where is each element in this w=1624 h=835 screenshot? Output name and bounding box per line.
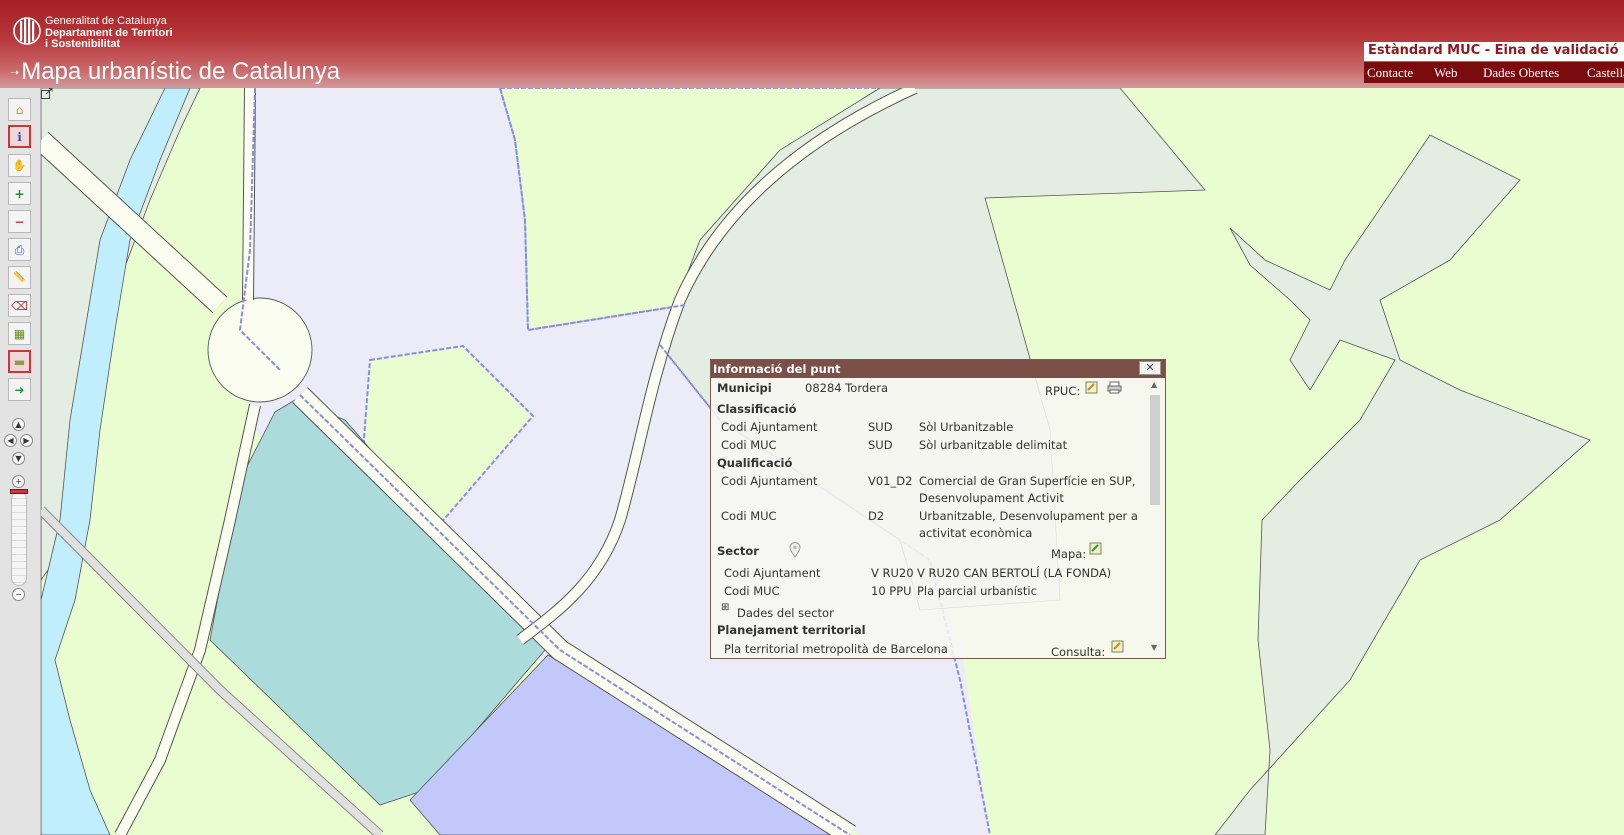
- app-title-text: Mapa urbanístic de Catalunya: [21, 58, 341, 85]
- popup-scroll-thumb[interactable]: [1150, 395, 1160, 505]
- sector-row2-label: Codi MUC: [724, 584, 780, 598]
- standard-title[interactable]: Estàndard MUC - Eina de validació: [1368, 43, 1619, 58]
- arrow-right-icon: ▶: [23, 436, 30, 445]
- pan-down-button[interactable]: ▼: [12, 452, 25, 465]
- municipi-label: Municipi: [717, 381, 772, 395]
- pan-button[interactable]: ✋: [8, 154, 31, 177]
- print-icon: ⎙: [14, 242, 25, 257]
- nav-link-web[interactable]: Web: [1434, 65, 1458, 81]
- minus-icon: −: [15, 590, 22, 599]
- close-icon: ✕: [1145, 361, 1155, 374]
- qual-row2-desc2: activitat econòmica: [919, 526, 1033, 540]
- qual-row1-desc2: Desenvolupament Activit: [919, 491, 1064, 505]
- qual-row2-label: Codi MUC: [721, 509, 777, 523]
- zoom-out-icon: −: [14, 214, 25, 229]
- popup-header: Informació del punt ✕: [711, 360, 1165, 378]
- sector-map-icon[interactable]: [1089, 542, 1102, 555]
- eraser-icon: ⌫: [11, 298, 28, 313]
- header-bar: Generalitat de Catalunya Departament de …: [0, 0, 1624, 88]
- plus-icon: +: [15, 477, 22, 486]
- sector-row2-desc: Pla parcial urbanístic: [917, 584, 1037, 598]
- arrow-left-icon: ◀: [7, 436, 14, 445]
- zoom-in-button[interactable]: +: [12, 475, 25, 488]
- qual-row1-desc1: Comercial de Gran Superfície en SUP,: [919, 474, 1136, 488]
- scroll-up-icon[interactable]: ▲: [1151, 380, 1157, 389]
- qual-row1-code: V01_D2: [868, 474, 913, 488]
- rpuc-label: RPUC:: [1045, 384, 1081, 398]
- next-arrow-icon: ➜: [14, 382, 25, 397]
- zone-gray-right: [1214, 134, 1591, 835]
- erase-button[interactable]: ⌫: [8, 294, 31, 317]
- consulta-label: Consulta:: [1051, 645, 1106, 658]
- class-row1-code: SUD: [868, 420, 893, 434]
- print-button[interactable]: ⎙: [8, 238, 31, 261]
- title-arrow-icon: ➝: [10, 66, 20, 79]
- nav-link-contacte[interactable]: Contacte: [1367, 65, 1413, 81]
- print-icon[interactable]: [1107, 381, 1122, 394]
- zoom-out-box-button[interactable]: −: [8, 210, 31, 233]
- sector-row1-label: Codi Ajuntament: [724, 566, 821, 580]
- point-info-popup: Informació del punt ✕ Municipi 08284 Tor…: [710, 359, 1166, 659]
- rpuc-document-icon[interactable]: [1085, 381, 1098, 394]
- qual-row1-label: Codi Ajuntament: [721, 474, 818, 488]
- next-button[interactable]: ➜: [8, 378, 31, 401]
- layer-select-icon: ▦: [13, 326, 26, 341]
- popup-title: Informació del punt: [713, 362, 841, 376]
- pan-up-button[interactable]: ▲: [12, 418, 25, 431]
- info-button[interactable]: ℹ: [8, 125, 31, 148]
- pan-right-button[interactable]: ▶: [20, 434, 33, 447]
- sector-mapa-label: Mapa:: [1051, 547, 1087, 561]
- measure-button[interactable]: 📏: [8, 266, 31, 289]
- popup-body: Municipi 08284 Tordera RPUC: Classificac…: [711, 378, 1165, 658]
- zoom-slider-track[interactable]: [11, 491, 27, 586]
- expand-icon[interactable]: ⊞: [721, 602, 729, 613]
- municipi-value: 08284 Tordera: [805, 381, 889, 395]
- location-pin-icon[interactable]: [789, 542, 801, 558]
- class-row2-desc: Sòl urbanitzable delimitat: [919, 438, 1068, 452]
- app-title[interactable]: ➝Mapa urbanístic de Catalunya: [10, 58, 340, 87]
- class-row2-label: Codi MUC: [721, 438, 777, 452]
- zoom-in-box-button[interactable]: +: [8, 182, 31, 205]
- external-link-icon[interactable]: [41, 88, 53, 99]
- class-row1-desc: Sòl Urbanitzable: [919, 420, 1014, 434]
- pan-left-button[interactable]: ◀: [4, 434, 17, 447]
- sector-row1-code: V RU20: [871, 566, 914, 580]
- scroll-down-icon[interactable]: ▼: [1151, 643, 1157, 652]
- class-row2-code: SUD: [868, 438, 893, 452]
- hand-pan-icon: ✋: [12, 158, 27, 172]
- zoom-slider-handle[interactable]: [10, 489, 28, 494]
- generalitat-logo: [13, 17, 41, 45]
- layer-select-button[interactable]: ▦: [8, 322, 31, 345]
- dades-sector-link[interactable]: Dades del sector: [737, 606, 834, 620]
- top-navigation: Contacte Web Dades Obertes Castellano: [1364, 62, 1624, 83]
- zoom-in-icon: +: [14, 186, 25, 201]
- planejament-row: Pla territorial metropolità de Barcelona: [724, 642, 948, 656]
- sector-heading: Sector: [717, 544, 759, 558]
- arrow-up-icon: ▲: [15, 420, 22, 429]
- classificacio-heading: Classificació: [717, 402, 797, 416]
- popup-close-button[interactable]: ✕: [1139, 361, 1161, 375]
- class-row1-label: Codi Ajuntament: [721, 420, 818, 434]
- home-icon: ⌂: [15, 102, 24, 117]
- qual-row2-code: D2: [868, 509, 885, 523]
- sector-row1-desc: V RU20 CAN BERTOLÍ (LA FONDA): [917, 566, 1112, 580]
- measure-icon: 📏: [13, 271, 26, 283]
- planejament-heading: Planejament territorial: [717, 623, 866, 637]
- nav-link-dades-obertes[interactable]: Dades Obertes: [1483, 65, 1559, 81]
- org-name-line3: i Sostenibilitat: [45, 38, 121, 50]
- zoom-out-button[interactable]: −: [12, 588, 25, 601]
- consulta-document-icon[interactable]: [1111, 640, 1124, 653]
- map-toolbar: ⌂ ℹ ✋ + − ⎙ 📏 ⌫ ▦ ▬ ➜ ▲ ◀ ▶ ▼ + −: [0, 88, 41, 835]
- home-button[interactable]: ⌂: [8, 98, 31, 121]
- nav-link-castellano[interactable]: Castellano: [1587, 65, 1624, 81]
- org-name-line1: Generalitat de Catalunya: [45, 15, 167, 27]
- info-icon: ℹ: [17, 129, 22, 144]
- qualificacio-heading: Qualificació: [717, 456, 793, 470]
- qual-row2-desc1: Urbanitzable, Desenvolupament per a: [919, 509, 1138, 523]
- arrow-down-icon: ▼: [15, 454, 22, 463]
- legend-icon: ▬: [13, 354, 26, 369]
- legend-button[interactable]: ▬: [8, 350, 31, 373]
- sector-row2-code: 10 PPU: [871, 584, 912, 598]
